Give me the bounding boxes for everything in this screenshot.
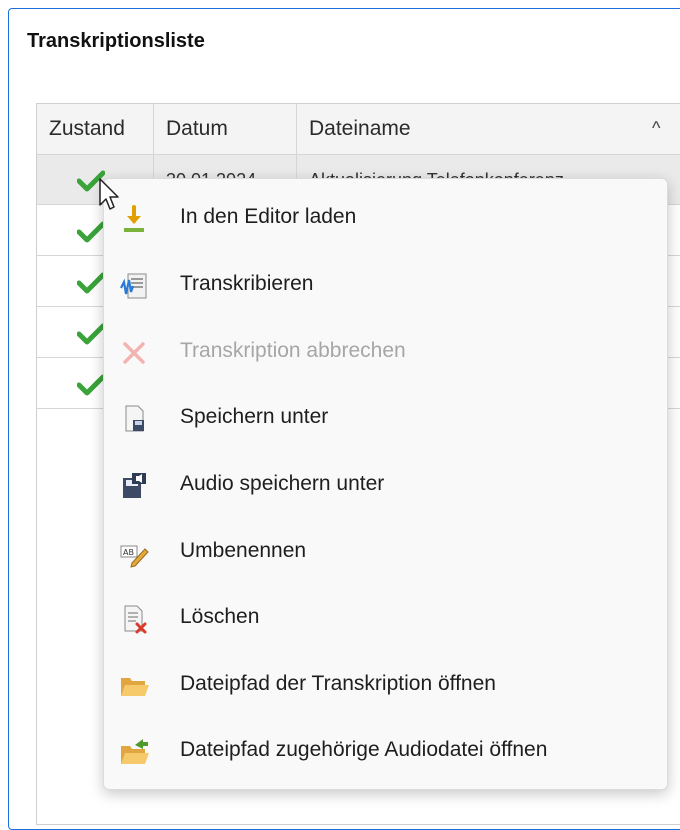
check-icon <box>77 374 105 396</box>
delete-document-icon <box>124 605 147 634</box>
column-header-zustand[interactable]: Zustand <box>37 104 154 154</box>
cancel-x-icon <box>123 342 145 364</box>
check-icon <box>77 272 105 294</box>
menu-item-rename[interactable]: AB Umbenennen <box>104 521 667 583</box>
rename-icon: AB <box>120 545 149 568</box>
folder-open-icon <box>121 678 149 696</box>
column-header-datum[interactable]: Datum <box>154 104 297 154</box>
menu-item-label: In den Editor laden <box>180 205 357 228</box>
menu-item-transcribe[interactable]: Transkribieren <box>104 254 667 316</box>
folder-open-arrow-icon <box>121 739 149 764</box>
menu-item-label: Audio speichern unter <box>180 472 385 495</box>
menu-item-open-audio-path[interactable]: Dateipfad zugehörige Audiodatei öffnen <box>104 720 667 782</box>
panel-title: Transkriptionsliste <box>27 30 205 52</box>
save-document-icon <box>125 405 144 432</box>
menu-item-open-transcription-path[interactable]: Dateipfad der Transkription öffnen <box>104 654 667 716</box>
menu-item-label: Speichern unter <box>180 405 329 428</box>
menu-item-label: Dateipfad der Transkription öffnen <box>180 672 496 695</box>
menu-item-label: Transkription abbrechen <box>180 339 406 362</box>
check-icon <box>77 323 105 345</box>
menu-item-delete[interactable]: Löschen <box>104 587 667 649</box>
table-header: Zustand Datum Dateiname ^ <box>37 104 680 155</box>
mouse-pointer-icon <box>99 178 119 210</box>
menu-item-save-as[interactable]: Speichern unter <box>104 387 667 449</box>
menu-item-cancel-transcription[interactable]: Transkription abbrechen <box>104 321 667 383</box>
sort-ascending-icon: ^ <box>652 118 661 138</box>
svg-text:AB: AB <box>123 548 134 557</box>
check-icon <box>77 221 105 243</box>
column-header-dateiname[interactable]: Dateiname <box>297 104 680 154</box>
menu-item-label: Dateipfad zugehörige Audiodatei öffnen <box>180 738 548 761</box>
menu-item-load-into-editor[interactable]: In den Editor laden <box>104 187 667 249</box>
context-menu: In den Editor laden Transkribieren Trans… <box>103 178 668 790</box>
menu-item-label: Löschen <box>180 605 260 628</box>
transcribe-icon <box>120 273 147 299</box>
menu-item-save-audio-as[interactable]: Audio speichern unter <box>104 454 667 516</box>
save-audio-icon <box>123 473 146 498</box>
menu-item-label: Transkribieren <box>180 272 314 295</box>
download-arrow-icon <box>124 205 144 232</box>
menu-item-label: Umbenennen <box>180 539 307 562</box>
